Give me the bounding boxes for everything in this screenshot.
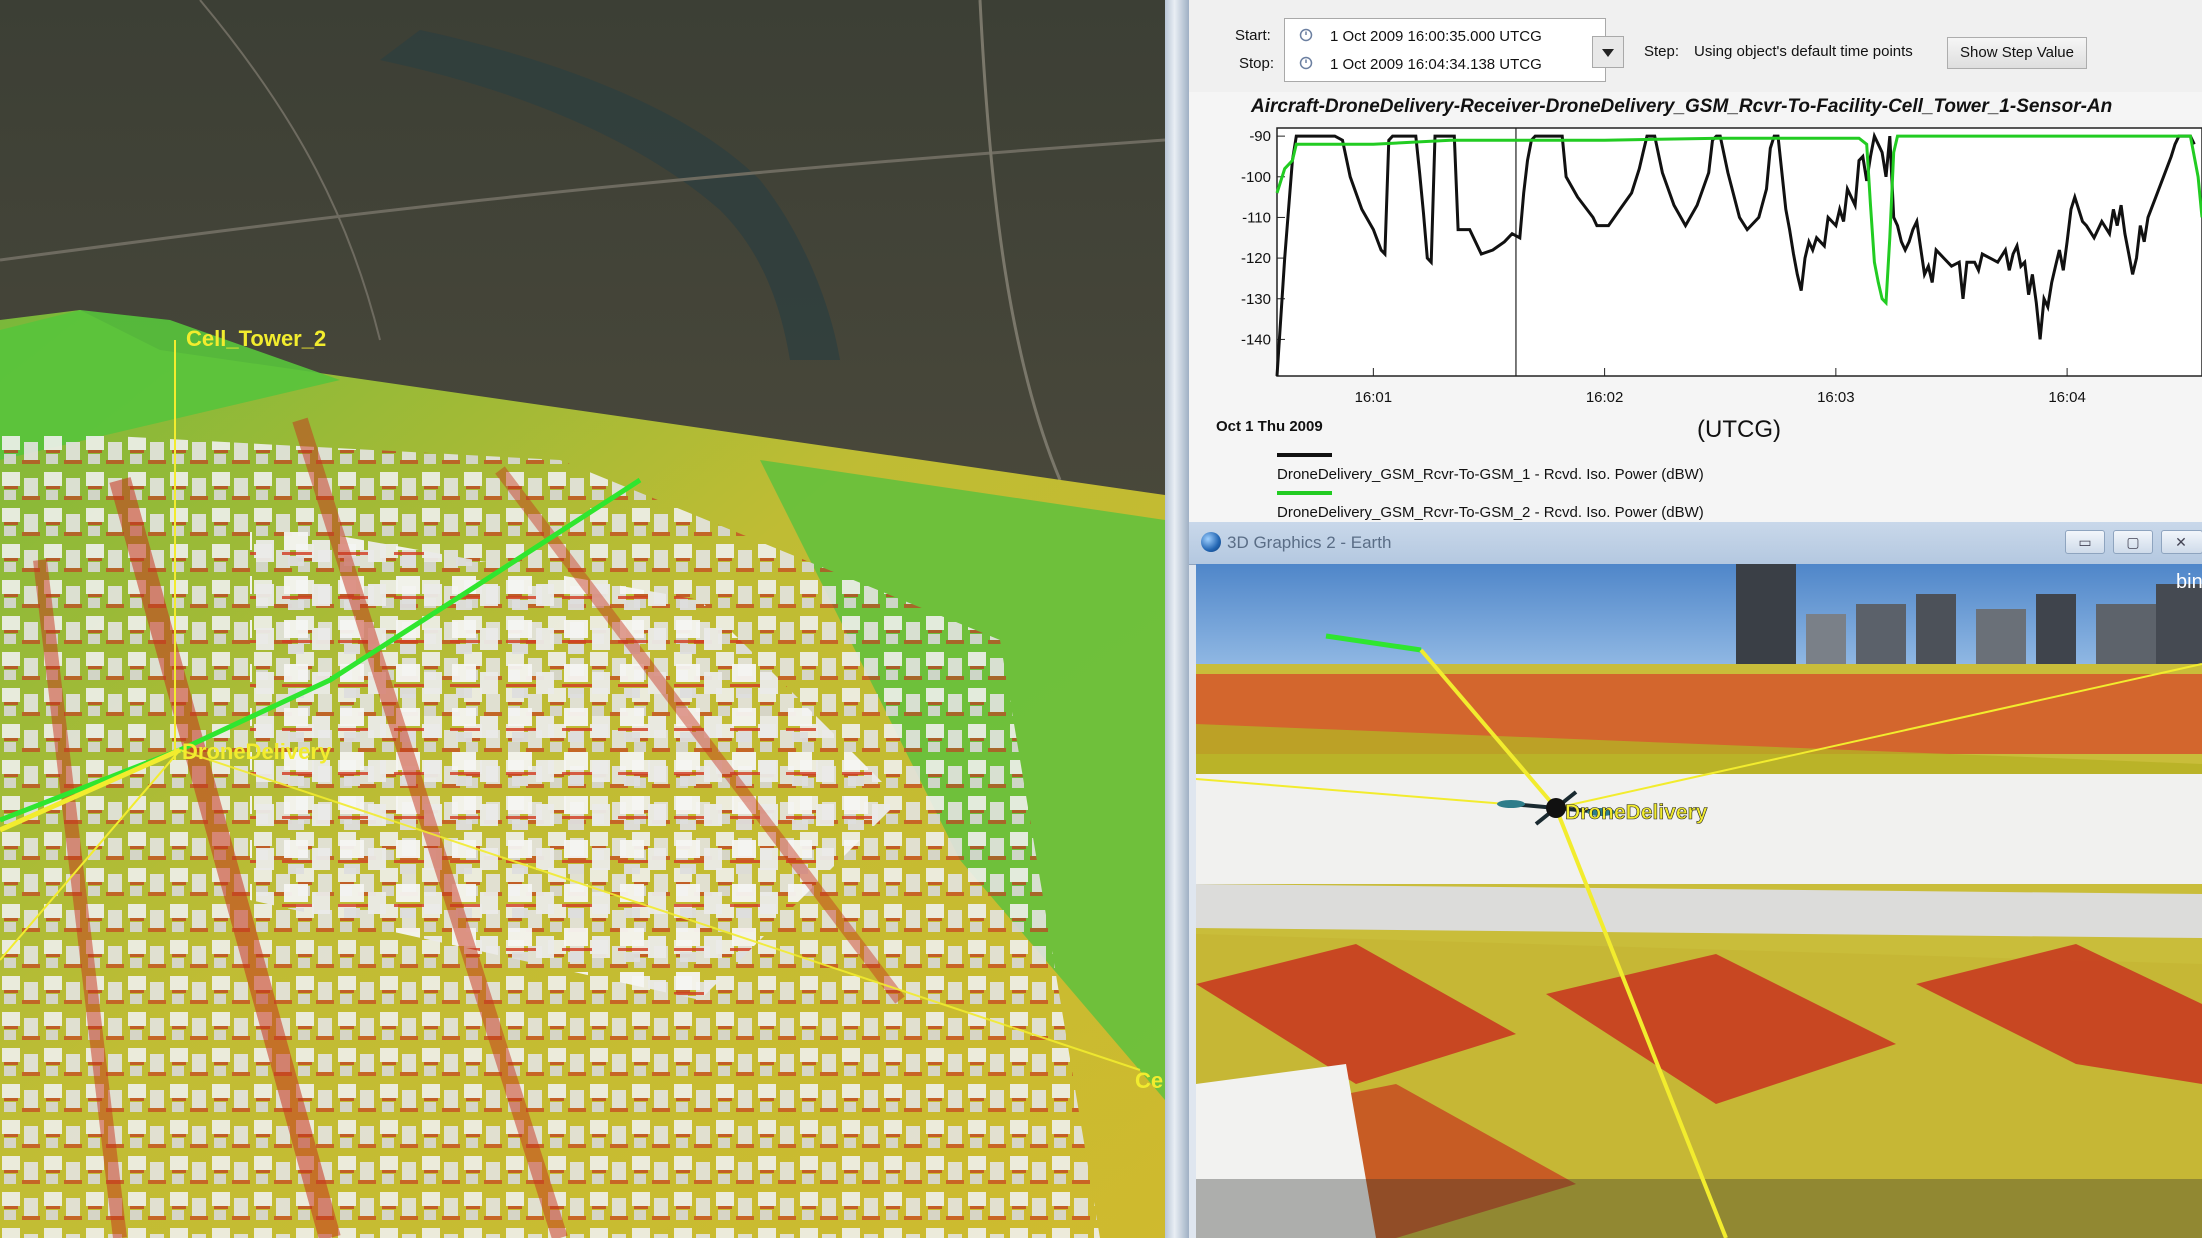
minimize-button[interactable]: ▭ <box>2065 530 2105 554</box>
drone-close-up-scene: DroneDelivery bing <box>1196 564 2202 1238</box>
clock-icon <box>1299 28 1313 42</box>
drone-delivery-label: DroneDelivery <box>182 739 332 764</box>
bing-logo: bing <box>2176 571 2202 593</box>
3d-graphics-2-view[interactable]: DroneDelivery bing <box>1196 564 2202 1238</box>
legend-label-gsm1: DroneDelivery_GSM_Rcvr-To-GSM_1 - Rcvd. … <box>1277 466 1704 483</box>
x-axis-label: (UTCG) <box>1697 416 1781 443</box>
time-range-field[interactable]: 1 Oct 2009 16:00:35.000 UTCG 1 Oct 2009 … <box>1284 18 1606 82</box>
legend-label-gsm2: DroneDelivery_GSM_Rcvr-To-GSM_2 - Rcvd. … <box>1277 504 1704 521</box>
plot-area <box>1276 127 2202 377</box>
3d-graphics-2-window: 3D Graphics 2 - Earth ▭ ▢ ✕ DroneDeliver… <box>1189 522 2202 1238</box>
y-tick-label: -110 <box>1242 209 1271 226</box>
power-chart: Aircraft-DroneDelivery-Receiver-DroneDel… <box>1216 96 2202 521</box>
window-divider <box>1165 0 1189 1238</box>
y-tick-label: -140 <box>1241 331 1271 348</box>
3d-graphics-1-view[interactable]: Cell_Tower_2 DroneDelivery Ce <box>0 0 1165 1238</box>
x-tick-label: 16:03 <box>1817 389 1855 406</box>
x-tick-label: 16:01 <box>1355 389 1393 406</box>
close-icon: ✕ <box>2175 534 2187 550</box>
window-title: 3D Graphics 2 - Earth <box>1227 533 1392 552</box>
cell-tower-2-label: Cell_Tower_2 <box>186 326 326 351</box>
report-graph-window: Start: Stop: 1 Oct 2009 16:00:35.000 UTC… <box>1189 0 2202 522</box>
restore-button[interactable]: ▢ <box>2113 530 2153 554</box>
time-dropdown-button[interactable] <box>1592 36 1624 68</box>
minimize-icon: ▭ <box>2078 534 2092 550</box>
earth-globe-icon <box>1201 532 1221 552</box>
start-time-row[interactable]: 1 Oct 2009 16:00:35.000 UTCG <box>1285 23 1605 51</box>
y-tick-label: -120 <box>1241 250 1271 267</box>
window-titlebar[interactable]: 3D Graphics 2 - Earth ▭ ▢ ✕ <box>1189 522 2202 565</box>
y-tick-label: -100 <box>1241 169 1271 186</box>
x-start-date: Oct 1 Thu 2009 <box>1216 418 1323 435</box>
restore-icon: ▢ <box>2126 534 2140 550</box>
start-label: Start: <box>1235 27 1271 44</box>
clock-icon <box>1299 56 1313 70</box>
start-time-value: 1 Oct 2009 16:00:35.000 UTCG <box>1330 28 1542 45</box>
close-button[interactable]: ✕ <box>2161 530 2202 554</box>
step-value: Using object's default time points <box>1694 43 1913 60</box>
cell-tower-partial-label: Ce <box>1135 1068 1163 1093</box>
x-tick-label: 16:04 <box>2048 389 2086 406</box>
stop-label: Stop: <box>1239 55 1275 72</box>
y-tick-label: -90 <box>1249 128 1271 145</box>
stop-time-value: 1 Oct 2009 16:04:34.138 UTCG <box>1330 56 1542 73</box>
stop-time-row[interactable]: 1 Oct 2009 16:04:34.138 UTCG <box>1285 51 1605 79</box>
show-step-value-button[interactable]: Show Step Value <box>1947 37 2087 69</box>
time-toolbar: Start: Stop: 1 Oct 2009 16:00:35.000 UTC… <box>1189 0 2202 92</box>
city-scene: Cell_Tower_2 DroneDelivery Ce <box>0 0 1165 1238</box>
drone-delivery-label-2: DroneDelivery <box>1565 801 1708 824</box>
y-tick-label: -130 <box>1241 291 1271 308</box>
chart-title: Aircraft-DroneDelivery-Receiver-DroneDel… <box>1250 96 2112 117</box>
step-label: Step: <box>1644 43 1680 60</box>
x-tick-label: 16:02 <box>1586 389 1624 406</box>
